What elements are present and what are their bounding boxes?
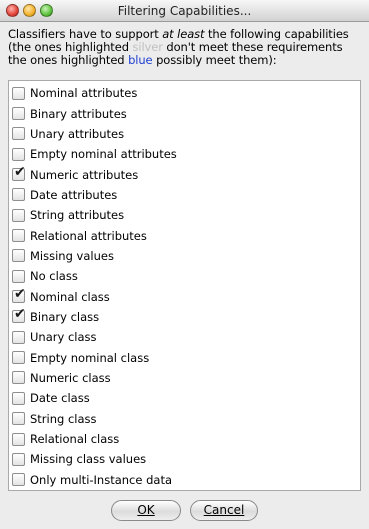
capability-checkbox[interactable] bbox=[12, 432, 25, 446]
capability-label: No class bbox=[30, 269, 78, 284]
capability-checkbox[interactable] bbox=[12, 249, 25, 263]
capability-checkbox[interactable] bbox=[12, 188, 25, 202]
capability-row[interactable]: ✔ Numeric attributes bbox=[9, 164, 360, 184]
capability-checkbox[interactable] bbox=[12, 86, 25, 100]
capability-label: Unary class bbox=[30, 330, 97, 345]
capability-checkbox[interactable] bbox=[12, 391, 25, 405]
capability-label: Empty nominal class bbox=[30, 350, 150, 365]
checkmark-icon: ✔ bbox=[14, 306, 26, 323]
capability-row[interactable]: Date class bbox=[9, 388, 360, 408]
checkmark-icon: ✔ bbox=[14, 286, 26, 303]
capability-checkbox[interactable] bbox=[12, 412, 25, 426]
capability-checkbox[interactable] bbox=[12, 229, 25, 243]
capability-label: Relational class bbox=[30, 432, 120, 447]
intro-line2-b: don't meet these requirements bbox=[162, 40, 343, 54]
capability-checkbox[interactable] bbox=[12, 371, 25, 385]
capability-row[interactable]: Only multi-Instance data bbox=[9, 470, 360, 490]
capability-row[interactable]: Binary attributes bbox=[9, 103, 360, 123]
capability-label: Only multi-Instance data bbox=[30, 472, 173, 487]
capability-row[interactable]: Relational attributes bbox=[9, 225, 360, 245]
capability-row[interactable]: ✔ Nominal class bbox=[9, 286, 360, 306]
cancel-button[interactable]: Cancel bbox=[190, 500, 258, 521]
intro-line3-a: the ones highlighted bbox=[8, 53, 129, 67]
capability-checkbox[interactable]: ✔ bbox=[12, 306, 26, 324]
capability-checkbox[interactable]: ✔ bbox=[12, 164, 26, 182]
capability-row[interactable]: Missing values bbox=[9, 246, 360, 266]
capability-label: Missing class values bbox=[30, 452, 147, 467]
capability-label: String attributes bbox=[30, 208, 125, 223]
capability-checkbox[interactable] bbox=[12, 127, 25, 141]
capability-label: Nominal class bbox=[30, 289, 110, 304]
capability-checkbox[interactable] bbox=[12, 351, 25, 365]
capability-row[interactable]: ✔ Binary class bbox=[9, 307, 360, 327]
capability-checkbox[interactable] bbox=[12, 269, 25, 283]
capability-label: Date class bbox=[30, 391, 90, 406]
ok-button[interactable]: OK bbox=[111, 500, 181, 521]
intro-part1: Classifiers have to support bbox=[8, 27, 163, 41]
capability-label: Nominal attributes bbox=[30, 86, 138, 101]
capability-label: Empty nominal attributes bbox=[30, 147, 177, 162]
capability-label: Numeric class bbox=[30, 370, 111, 385]
checkmark-icon: ✔ bbox=[14, 164, 26, 181]
capability-row[interactable]: Date attributes bbox=[9, 185, 360, 205]
capability-label: Relational attributes bbox=[30, 228, 147, 243]
filtering-capabilities-window: Filtering Capabilities... Classifiers ha… bbox=[0, 0, 369, 529]
capability-label: Binary class bbox=[30, 309, 100, 324]
capability-checkbox[interactable] bbox=[12, 473, 25, 487]
capability-row[interactable]: Empty nominal attributes bbox=[9, 144, 360, 164]
capabilities-list: Nominal attributes Binary attributes Unary… bbox=[8, 80, 361, 491]
dialog-buttons: OK Cancel bbox=[0, 500, 369, 524]
capability-row[interactable]: String attributes bbox=[9, 205, 360, 225]
capability-checkbox[interactable] bbox=[12, 107, 25, 121]
capability-checkbox[interactable] bbox=[12, 452, 25, 466]
intro-line3-b: possibly meet them): bbox=[152, 53, 277, 67]
capability-row[interactable]: No class bbox=[9, 266, 360, 286]
capability-checkbox[interactable]: ✔ bbox=[12, 286, 26, 304]
capability-label: Binary attributes bbox=[30, 106, 127, 121]
instructions-text: Classifiers have to support at least the… bbox=[0, 22, 369, 74]
capability-label: Unary attributes bbox=[30, 126, 125, 141]
capability-row[interactable]: Unary class bbox=[9, 327, 360, 347]
intro-line2-a: (the ones highlighted bbox=[8, 40, 133, 54]
capability-checkbox[interactable] bbox=[12, 208, 25, 222]
silver-word: silver bbox=[132, 40, 163, 54]
capability-row[interactable]: Numeric class bbox=[9, 368, 360, 388]
capability-row[interactable]: Missing class values bbox=[9, 449, 360, 469]
capability-row[interactable]: String class bbox=[9, 409, 360, 429]
capability-label: Numeric attributes bbox=[30, 167, 139, 182]
capability-checkbox[interactable] bbox=[12, 147, 25, 161]
capability-label: Date attributes bbox=[30, 187, 118, 202]
capability-row[interactable]: Relational class bbox=[9, 429, 360, 449]
capability-label: String class bbox=[30, 411, 97, 426]
intro-emphasis: at least bbox=[162, 27, 205, 41]
capability-row[interactable]: Nominal attributes bbox=[9, 83, 360, 103]
title-bar: Filtering Capabilities... bbox=[0, 0, 369, 22]
capability-checkbox[interactable] bbox=[12, 330, 25, 344]
intro-part2: the following capabilities bbox=[204, 27, 349, 41]
blue-word: blue bbox=[128, 53, 153, 67]
capability-label: Missing values bbox=[30, 248, 114, 263]
capability-row[interactable]: Unary attributes bbox=[9, 124, 360, 144]
capability-row[interactable]: Empty nominal class bbox=[9, 347, 360, 367]
window-title: Filtering Capabilities... bbox=[117, 4, 252, 18]
